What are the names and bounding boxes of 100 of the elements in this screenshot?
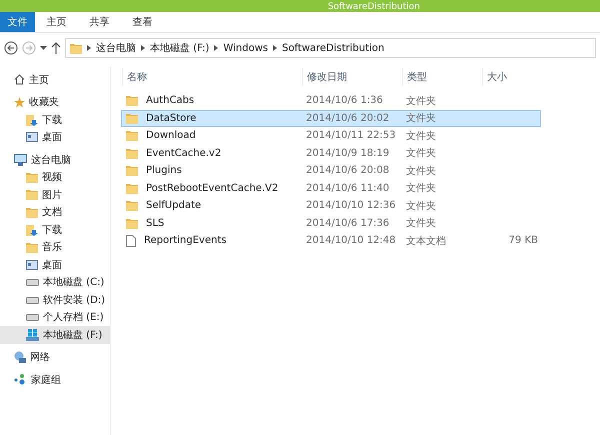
chevron-right-icon[interactable] <box>214 45 218 51</box>
sidebar-item[interactable]: 这台电脑 <box>0 151 110 168</box>
type-cell-text: 文件夹 <box>405 182 437 196</box>
breadcrumb[interactable]: 这台电脑 <box>96 41 136 55</box>
file-row[interactable]: DataStore 2014/10/6 20:02 文件夹 <box>121 110 541 127</box>
sidebar-item[interactable]: 音乐 <box>0 238 110 256</box>
home-icon <box>14 74 25 86</box>
folder-icon <box>126 148 138 159</box>
sidebar-item[interactable]: 网络 <box>0 348 110 366</box>
file-row[interactable]: PostRebootEventCache.V2 2014/10/6 11:40 文件夹 <box>121 180 541 197</box>
date-cell-text: 2014/10/9 18:19 <box>305 148 390 159</box>
sidebar-item[interactable]: 个人存档 (E:) <box>0 308 110 326</box>
file-name: Plugins <box>145 165 183 176</box>
file-name: DataStore <box>145 112 198 124</box>
folder-icon <box>126 165 138 176</box>
date-cell-text: 2014/10/10 12:48 <box>305 235 397 246</box>
breadcrumb[interactable]: Windows <box>223 42 268 54</box>
type-cell-text: 文件夹 <box>405 112 437 126</box>
breadcrumb[interactable]: SoftwareDistribution <box>282 42 384 54</box>
network-icon <box>14 351 26 364</box>
column-header[interactable]: 名称 <box>122 68 302 86</box>
address-bar[interactable]: 这台电脑 本地磁盘 (F:) Windows SoftwareDistribution <box>65 38 596 58</box>
type-cell-text: 文件夹 <box>405 94 437 108</box>
folder-icon <box>26 189 38 200</box>
chevron-right-icon[interactable] <box>272 45 277 51</box>
windows-drive-icon <box>26 328 39 341</box>
sidebar-item[interactable]: 图片 <box>0 186 110 204</box>
folder-icon <box>126 182 138 194</box>
sidebar-item[interactable]: 软件安装 (D:) <box>0 291 110 308</box>
sidebar-item[interactable]: 家庭组 <box>0 371 110 388</box>
folder-icon <box>126 130 138 142</box>
file-row[interactable]: ReportingEvents 2014/10/10 12:48 文本文档 79 KB <box>121 232 541 250</box>
homegroup-icon <box>14 374 27 386</box>
date-cell-text: 2014/10/6 11:40 <box>305 182 390 194</box>
back-icon[interactable] <box>4 41 18 55</box>
file-name: EventCache.v2 <box>145 148 222 159</box>
ribbon-tab[interactable]: 共享 <box>78 12 121 32</box>
column-header[interactable]: 大小 <box>482 68 542 86</box>
file-name: Download <box>145 130 197 142</box>
sidebar-item[interactable]: 本地磁盘 (F:) <box>0 326 110 344</box>
type-cell-text: 文件夹 <box>405 130 437 143</box>
file-name: SelfUpdate <box>145 200 202 212</box>
type-cell-text: 文件夹 <box>405 164 437 178</box>
folder-icon <box>126 218 138 229</box>
type-cell-text: 文件夹 <box>405 146 437 160</box>
sidebar-item[interactable]: 桌面 <box>0 128 110 146</box>
sidebar-item[interactable]: 主页 <box>0 71 110 88</box>
folder-icon <box>26 172 38 183</box>
file-row[interactable]: Download 2014/10/11 22:53 文件夹 <box>121 127 541 144</box>
sidebar-item[interactable]: 文档 <box>0 204 110 221</box>
file-name: AuthCabs <box>145 95 196 106</box>
dropdown-caret-icon[interactable] <box>40 46 47 50</box>
type-cell-text: 文件夹 <box>405 200 437 213</box>
date-cell-text: 2014/10/6 20:08 <box>305 165 390 176</box>
drive-icon <box>26 313 39 322</box>
desktop-icon <box>26 260 38 270</box>
folder-icon <box>126 200 138 212</box>
folder-icon <box>70 42 82 54</box>
drive-icon <box>26 278 39 286</box>
download-folder-icon <box>26 114 38 126</box>
sidebar-item[interactable]: 视频 <box>0 168 110 186</box>
drive-icon <box>26 296 39 304</box>
chevron-right-icon[interactable] <box>141 45 145 51</box>
sidebar-item[interactable]: 下载 <box>0 221 110 238</box>
file-row[interactable]: EventCache.v2 2014/10/9 18:19 文件夹 <box>121 144 541 162</box>
file-name: ReportingEvents <box>143 235 228 246</box>
type-cell-text: 文件夹 <box>405 216 437 230</box>
file-row[interactable]: SLS 2014/10/6 17:36 文件夹 <box>121 214 541 232</box>
folder-icon <box>26 206 38 218</box>
ribbon-tab[interactable]: 查看 <box>121 12 164 32</box>
date-cell-text: 2014/10/6 1:36 <box>305 95 384 106</box>
date-cell-text: 2014/10/6 20:02 <box>305 112 390 124</box>
folder-icon <box>126 112 138 124</box>
ribbon-tab[interactable]: 主页 <box>35 12 78 32</box>
file-row[interactable]: AuthCabs 2014/10/6 1:36 文件夹 <box>121 92 541 110</box>
date-cell-text: 2014/10/11 22:53 <box>305 130 397 142</box>
folder-icon <box>26 242 38 253</box>
star-icon <box>14 96 25 108</box>
folder-icon <box>126 95 138 106</box>
file-row[interactable]: Plugins 2014/10/6 20:08 文件夹 <box>121 162 541 180</box>
up-arrow-icon[interactable] <box>51 42 61 54</box>
ribbon-tab[interactable]: 文件 <box>0 12 35 32</box>
download-folder-icon <box>26 224 38 236</box>
type-cell-text: 文本文档 <box>405 234 447 248</box>
column-header[interactable]: 类型 <box>402 68 482 86</box>
file-row[interactable]: SelfUpdate 2014/10/10 12:36 文件夹 <box>121 197 541 214</box>
sidebar-item[interactable]: 本地磁盘 (C:) <box>0 274 110 291</box>
desktop-icon <box>26 132 38 142</box>
document-icon <box>126 234 136 247</box>
sidebar-item[interactable]: 收藏夹 <box>0 94 110 111</box>
sidebar-item[interactable]: 桌面 <box>0 256 110 274</box>
date-cell-text: 2014/10/6 17:36 <box>305 218 390 229</box>
file-name: PostRebootEventCache.V2 <box>145 182 280 194</box>
file-name: SLS <box>145 218 166 229</box>
column-header[interactable]: 修改日期 <box>302 68 402 86</box>
breadcrumb[interactable]: 本地磁盘 (F:) <box>150 41 210 55</box>
size-cell-text: 79 KB <box>508 235 539 246</box>
computer-icon <box>14 154 27 166</box>
chevron-right-icon[interactable] <box>87 45 91 51</box>
sidebar-item[interactable]: 下载 <box>0 111 110 128</box>
